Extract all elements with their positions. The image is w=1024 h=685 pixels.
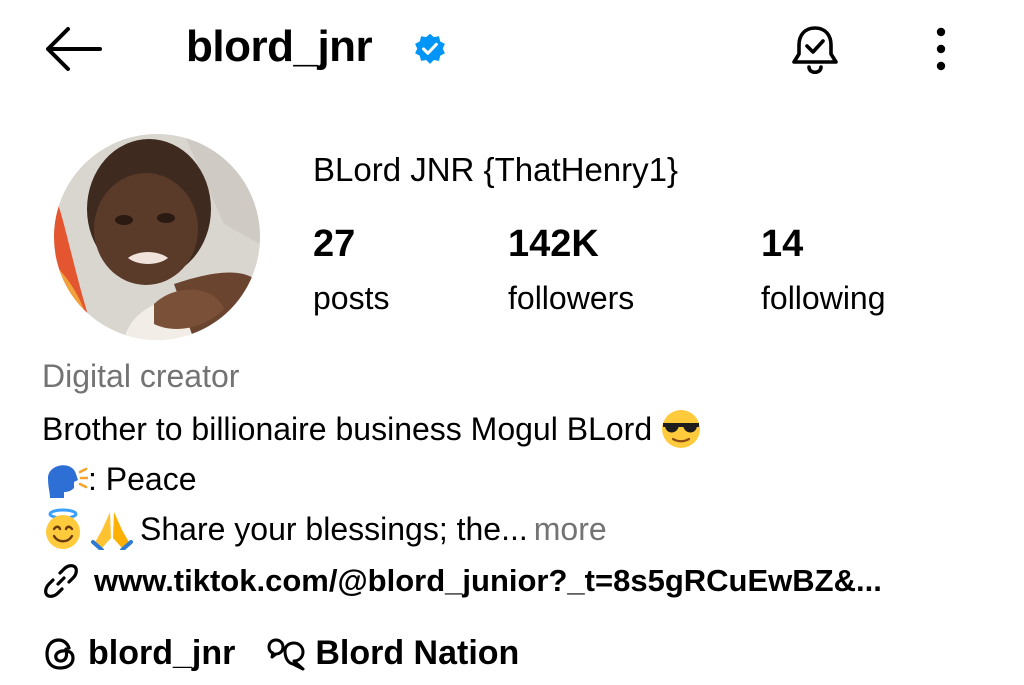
stat-following-label: following <box>761 280 886 316</box>
stat-posts-label: posts <box>313 280 390 316</box>
halo-emoji-icon <box>46 508 80 549</box>
threads-profile-link[interactable]: blord_jnr <box>42 634 235 673</box>
sunglasses-emoji-icon <box>662 410 701 448</box>
profile-link-text: www.tiktok.com/@blord_junior?_t=8s5gRCuE… <box>94 563 882 598</box>
bio-line-3-text: Share your blessings; the... <box>140 510 528 547</box>
folded-hands-emoji-icon <box>91 512 133 550</box>
stat-following-count: 14 <box>761 223 804 265</box>
broadcast-channel-link[interactable]: Blord Nation <box>263 634 519 673</box>
threads-handle: blord_jnr <box>88 634 236 672</box>
bell-check-icon <box>792 26 838 75</box>
profile-full-name: BLord JNR {ThatHenry1} <box>313 151 679 188</box>
notifications-button[interactable] <box>786 22 844 78</box>
bio-line-2-text: : Peace <box>88 460 197 497</box>
bio-more-link[interactable]: more <box>534 511 607 548</box>
header-username: blord_jnr <box>186 22 373 71</box>
back-button[interactable] <box>40 24 110 74</box>
arrow-left-icon <box>46 27 102 71</box>
stat-following[interactable]: 14 following <box>761 222 886 320</box>
link-icon <box>44 564 78 598</box>
more-vertical-icon <box>936 27 946 71</box>
profile-category: Digital creator <box>42 358 240 394</box>
bio-line-3: Share your blessings; the... more <box>42 508 607 550</box>
stat-posts-count: 27 <box>313 223 356 265</box>
bio-line-1-text: Brother to billionaire business Mogul BL… <box>42 410 653 447</box>
speaking-head-emoji-icon <box>48 465 88 498</box>
threads-icon <box>45 637 75 670</box>
profile-avatar[interactable] <box>54 134 260 340</box>
options-button[interactable] <box>926 26 956 72</box>
profile-link[interactable]: www.tiktok.com/@blord_junior?_t=8s5gRCuE… <box>42 562 882 600</box>
verified-badge-icon <box>413 32 447 66</box>
stat-followers-count: 142K <box>508 223 599 265</box>
stat-followers-label: followers <box>508 280 635 316</box>
stat-posts[interactable]: 27 posts <box>313 222 389 320</box>
bio-line-2: : Peace <box>42 458 197 500</box>
broadcast-channel-name: Blord Nation <box>315 634 520 672</box>
broadcast-channel-icon <box>267 638 305 670</box>
profile-extra-links: blord_jnr Blord Nation <box>42 634 519 673</box>
stat-followers[interactable]: 142K followers <box>508 222 634 320</box>
bio-line-1: Brother to billionaire business Mogul BL… <box>42 408 702 450</box>
